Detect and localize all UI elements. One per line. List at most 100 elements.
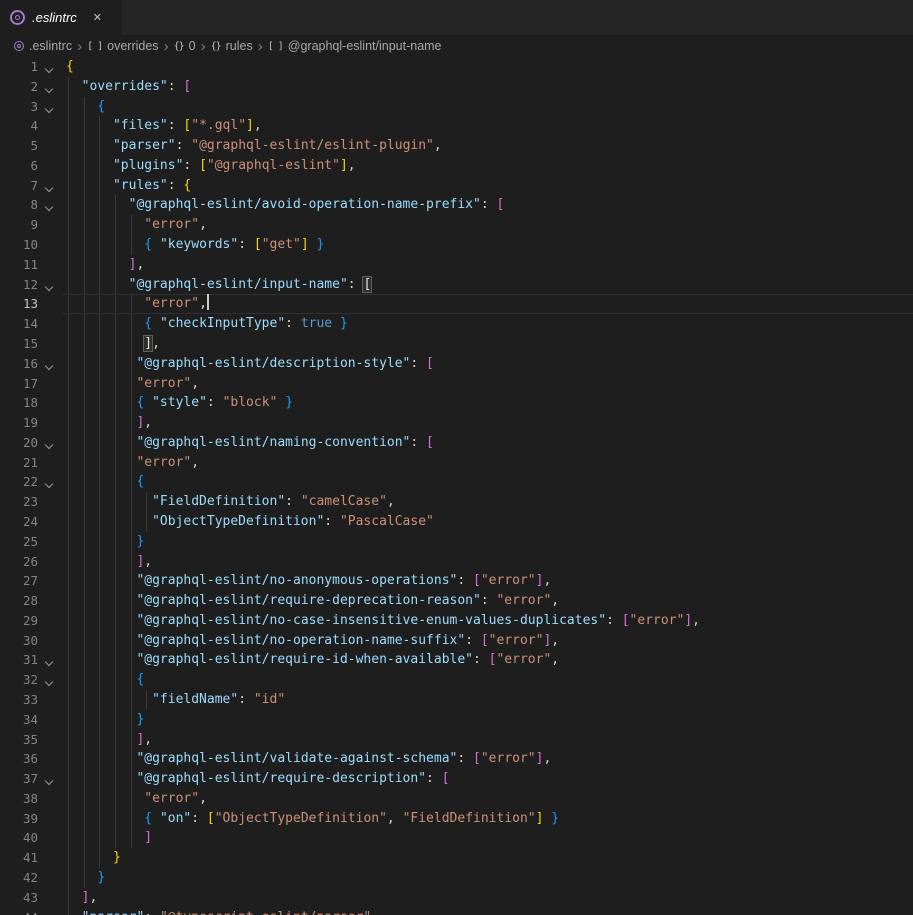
code-line[interactable]: 33 "fieldName": "id" xyxy=(0,690,913,710)
fold-chevron-icon[interactable] xyxy=(45,282,53,290)
code-line[interactable]: 42 } xyxy=(0,868,913,888)
eslint-icon xyxy=(10,10,25,25)
code-line[interactable]: 17 "error", xyxy=(0,374,913,394)
code-line[interactable]: 38 "error", xyxy=(0,789,913,809)
line-number: 5 xyxy=(0,136,38,156)
fold-gutter xyxy=(38,255,66,275)
text-cursor xyxy=(207,294,209,310)
breadcrumb-item[interactable]: .eslintrc xyxy=(14,39,72,53)
breadcrumb-item[interactable]: [ ]overrides xyxy=(87,39,158,53)
code-line[interactable]: 15 ], xyxy=(0,334,913,354)
code-line[interactable]: 36 "@graphql-eslint/validate-against-sch… xyxy=(0,749,913,769)
fold-gutter xyxy=(38,908,66,915)
tab-eslintrc[interactable]: .eslintrc ✕ xyxy=(0,0,122,35)
fold-chevron-icon[interactable] xyxy=(45,678,53,686)
code-line[interactable]: 16 "@graphql-eslint/description-style": … xyxy=(0,354,913,374)
code-line[interactable]: 24 "ObjectTypeDefinition": "PascalCase" xyxy=(0,512,913,532)
code-line[interactable]: 11 ], xyxy=(0,255,913,275)
code-line[interactable]: 2 "overrides": [ xyxy=(0,77,913,97)
code-line[interactable]: 40 ] xyxy=(0,828,913,848)
fold-gutter[interactable] xyxy=(38,176,66,196)
line-number: 33 xyxy=(0,690,38,710)
code-text: "@graphql-eslint/require-id-when-availab… xyxy=(66,650,559,670)
fold-gutter[interactable] xyxy=(38,195,66,215)
fold-gutter xyxy=(38,492,66,512)
fold-gutter xyxy=(38,868,66,888)
code-line[interactable]: 12 "@graphql-eslint/input-name": [ xyxy=(0,275,913,295)
fold-gutter[interactable] xyxy=(38,57,66,77)
code-line[interactable]: 4 "files": ["*.gql"], xyxy=(0,116,913,136)
code-text: "@graphql-eslint/require-deprecation-rea… xyxy=(66,591,559,611)
breadcrumb-item[interactable]: [ ]@graphql-eslint/input-name xyxy=(268,39,442,53)
code-line[interactable]: 29 "@graphql-eslint/no-case-insensitive-… xyxy=(0,611,913,631)
fold-gutter xyxy=(38,888,66,908)
code-line[interactable]: 1{ xyxy=(0,57,913,77)
code-line[interactable]: 28 "@graphql-eslint/require-deprecation-… xyxy=(0,591,913,611)
fold-gutter[interactable] xyxy=(38,275,66,295)
chevron-right-icon: › xyxy=(164,39,169,54)
code-line[interactable]: 18 { "style": "block" } xyxy=(0,393,913,413)
fold-chevron-icon[interactable] xyxy=(45,658,53,666)
code-line[interactable]: 37 "@graphql-eslint/require-description"… xyxy=(0,769,913,789)
line-number: 3 xyxy=(0,97,38,117)
code-line[interactable]: 39 { "on": ["ObjectTypeDefinition", "Fie… xyxy=(0,809,913,829)
code-line[interactable]: 44 "parser": "@typescript-eslint/parser"… xyxy=(0,908,913,915)
fold-gutter[interactable] xyxy=(38,472,66,492)
line-number: 36 xyxy=(0,749,38,769)
fold-chevron-icon[interactable] xyxy=(45,441,53,449)
fold-gutter[interactable] xyxy=(38,354,66,374)
code-line[interactable]: 30 "@graphql-eslint/no-operation-name-su… xyxy=(0,631,913,651)
line-number: 29 xyxy=(0,611,38,631)
code-line[interactable]: 13 "error", xyxy=(0,294,913,314)
fold-chevron-icon[interactable] xyxy=(45,777,53,785)
code-line[interactable]: 26 ], xyxy=(0,552,913,572)
code-line[interactable]: 7 "rules": { xyxy=(0,176,913,196)
code-line[interactable]: 43 ], xyxy=(0,888,913,908)
code-line[interactable]: 34 } xyxy=(0,710,913,730)
fold-chevron-icon[interactable] xyxy=(45,65,53,73)
code-line[interactable]: 22 { xyxy=(0,472,913,492)
code-line[interactable]: 8 "@graphql-eslint/avoid-operation-name-… xyxy=(0,195,913,215)
fold-gutter[interactable] xyxy=(38,433,66,453)
code-line[interactable]: 32 { xyxy=(0,670,913,690)
code-line[interactable]: 5 "parser": "@graphql-eslint/eslint-plug… xyxy=(0,136,913,156)
code-line[interactable]: 21 "error", xyxy=(0,453,913,473)
code-line[interactable]: 23 "FieldDefinition": "camelCase", xyxy=(0,492,913,512)
fold-gutter[interactable] xyxy=(38,77,66,97)
fold-gutter[interactable] xyxy=(38,650,66,670)
fold-chevron-icon[interactable] xyxy=(45,104,53,112)
fold-chevron-icon[interactable] xyxy=(45,183,53,191)
fold-gutter[interactable] xyxy=(38,97,66,117)
code-text: ] xyxy=(66,828,152,848)
code-line[interactable]: 6 "plugins": ["@graphql-eslint"], xyxy=(0,156,913,176)
fold-chevron-icon[interactable] xyxy=(45,85,53,93)
code-line[interactable]: 25 } xyxy=(0,532,913,552)
fold-gutter xyxy=(38,334,66,354)
line-number: 8 xyxy=(0,195,38,215)
close-icon[interactable]: ✕ xyxy=(90,9,105,26)
fold-gutter[interactable] xyxy=(38,670,66,690)
code-line[interactable]: 3 { xyxy=(0,97,913,117)
line-number: 13 xyxy=(0,294,38,314)
code-line[interactable]: 27 "@graphql-eslint/no-anonymous-operati… xyxy=(0,571,913,591)
code-line[interactable]: 19 ], xyxy=(0,413,913,433)
code-line[interactable]: 35 ], xyxy=(0,730,913,750)
code-line[interactable]: 9 "error", xyxy=(0,215,913,235)
line-number: 20 xyxy=(0,433,38,453)
fold-chevron-icon[interactable] xyxy=(45,203,53,211)
code-line[interactable]: 31 "@graphql-eslint/require-id-when-avai… xyxy=(0,650,913,670)
code-line[interactable]: 14 { "checkInputType": true } xyxy=(0,314,913,334)
line-number: 44 xyxy=(0,908,38,915)
code-line[interactable]: 41 } xyxy=(0,848,913,868)
fold-chevron-icon[interactable] xyxy=(45,361,53,369)
breadcrumb-item[interactable]: {}0 xyxy=(174,39,196,53)
fold-gutter xyxy=(38,710,66,730)
breadcrumb-item[interactable]: {}rules xyxy=(211,39,253,53)
code-line[interactable]: 10 { "keywords": ["get"] } xyxy=(0,235,913,255)
fold-gutter[interactable] xyxy=(38,769,66,789)
code-line[interactable]: 20 "@graphql-eslint/naming-convention": … xyxy=(0,433,913,453)
fold-gutter xyxy=(38,314,66,334)
line-number: 41 xyxy=(0,848,38,868)
code-editor[interactable]: 1{2 "overrides": [3 {4 "files": ["*.gql"… xyxy=(0,57,913,915)
fold-chevron-icon[interactable] xyxy=(45,480,53,488)
